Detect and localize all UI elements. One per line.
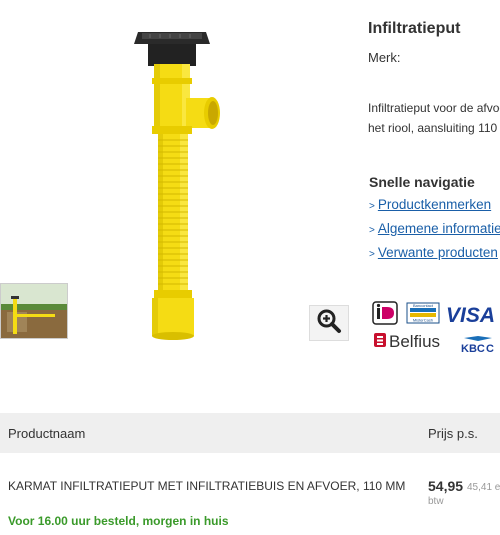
svg-text:C: C — [486, 343, 494, 355]
table-row-price: 54,95 — [428, 478, 464, 494]
product-thumbnail[interactable] — [0, 283, 68, 339]
product-image-area — [0, 0, 360, 400]
chevron-right-icon: > — [369, 249, 375, 260]
svg-text:KBC: KBC — [461, 343, 485, 355]
bancontact-logo: Bancontact MisterCash — [406, 302, 440, 324]
quick-nav-title: Snelle navigatie — [369, 174, 475, 190]
table-row-delivery-note: Voor 16.00 uur besteld, morgen in huis — [8, 514, 229, 528]
ideal-logo — [372, 301, 398, 325]
quick-nav-list: > Productkenmerken > Algemene informatie >… — [369, 193, 500, 265]
column-header-prijs: Prijs p.s. — [428, 426, 478, 441]
brand-label: Merk: — [368, 50, 401, 65]
quick-nav-link[interactable]: Productkenmerken — [378, 197, 491, 212]
zoom-button[interactable] — [309, 305, 349, 341]
product-main-image[interactable] — [120, 18, 230, 348]
magnifier-plus-icon — [316, 308, 342, 339]
table-row-product-name[interactable]: KARMAT INFILTRATIEPUT MET INFILTRATIEBUI… — [8, 479, 418, 493]
chevron-right-icon: > — [369, 201, 375, 212]
table-row-btw: btw — [428, 496, 444, 507]
description-line: Infiltratieput voor de afvoer — [368, 101, 500, 115]
svg-text:MisterCash: MisterCash — [413, 318, 433, 323]
table-row-price-excl: 45,41 excl. — [467, 482, 500, 493]
chevron-right-icon: > — [369, 225, 375, 236]
quick-nav-item-algemene-informatie[interactable]: > Algemene informatie — [369, 217, 500, 241]
description-line: het riool, aansluiting 110 — [368, 121, 498, 135]
product-title: Infiltratieput — [368, 20, 461, 37]
quick-nav-link[interactable]: Verwante producten — [378, 245, 498, 260]
quick-nav-item-productkenmerken[interactable]: > Productkenmerken — [369, 193, 500, 217]
svg-text:Bancontact: Bancontact — [413, 303, 434, 308]
svg-text:Belfius: Belfius — [389, 332, 440, 351]
product-description: Infiltratieput voor de afvoer het riool,… — [368, 98, 500, 138]
belfius-logo: Belfius — [374, 332, 440, 351]
kbc-logo: KBC C — [461, 336, 494, 355]
column-header-productnaam: Productnaam — [8, 426, 86, 441]
visa-logo: VISA — [446, 304, 495, 327]
payment-logos: Bancontact MisterCash VISA Belfius KBC C — [372, 300, 500, 356]
quick-nav-item-verwante-producten[interactable]: > Verwante producten — [369, 241, 500, 265]
quick-nav-link[interactable]: Algemene informatie — [378, 221, 500, 236]
product-table-header: Productnaam Prijs p.s. — [0, 413, 500, 453]
